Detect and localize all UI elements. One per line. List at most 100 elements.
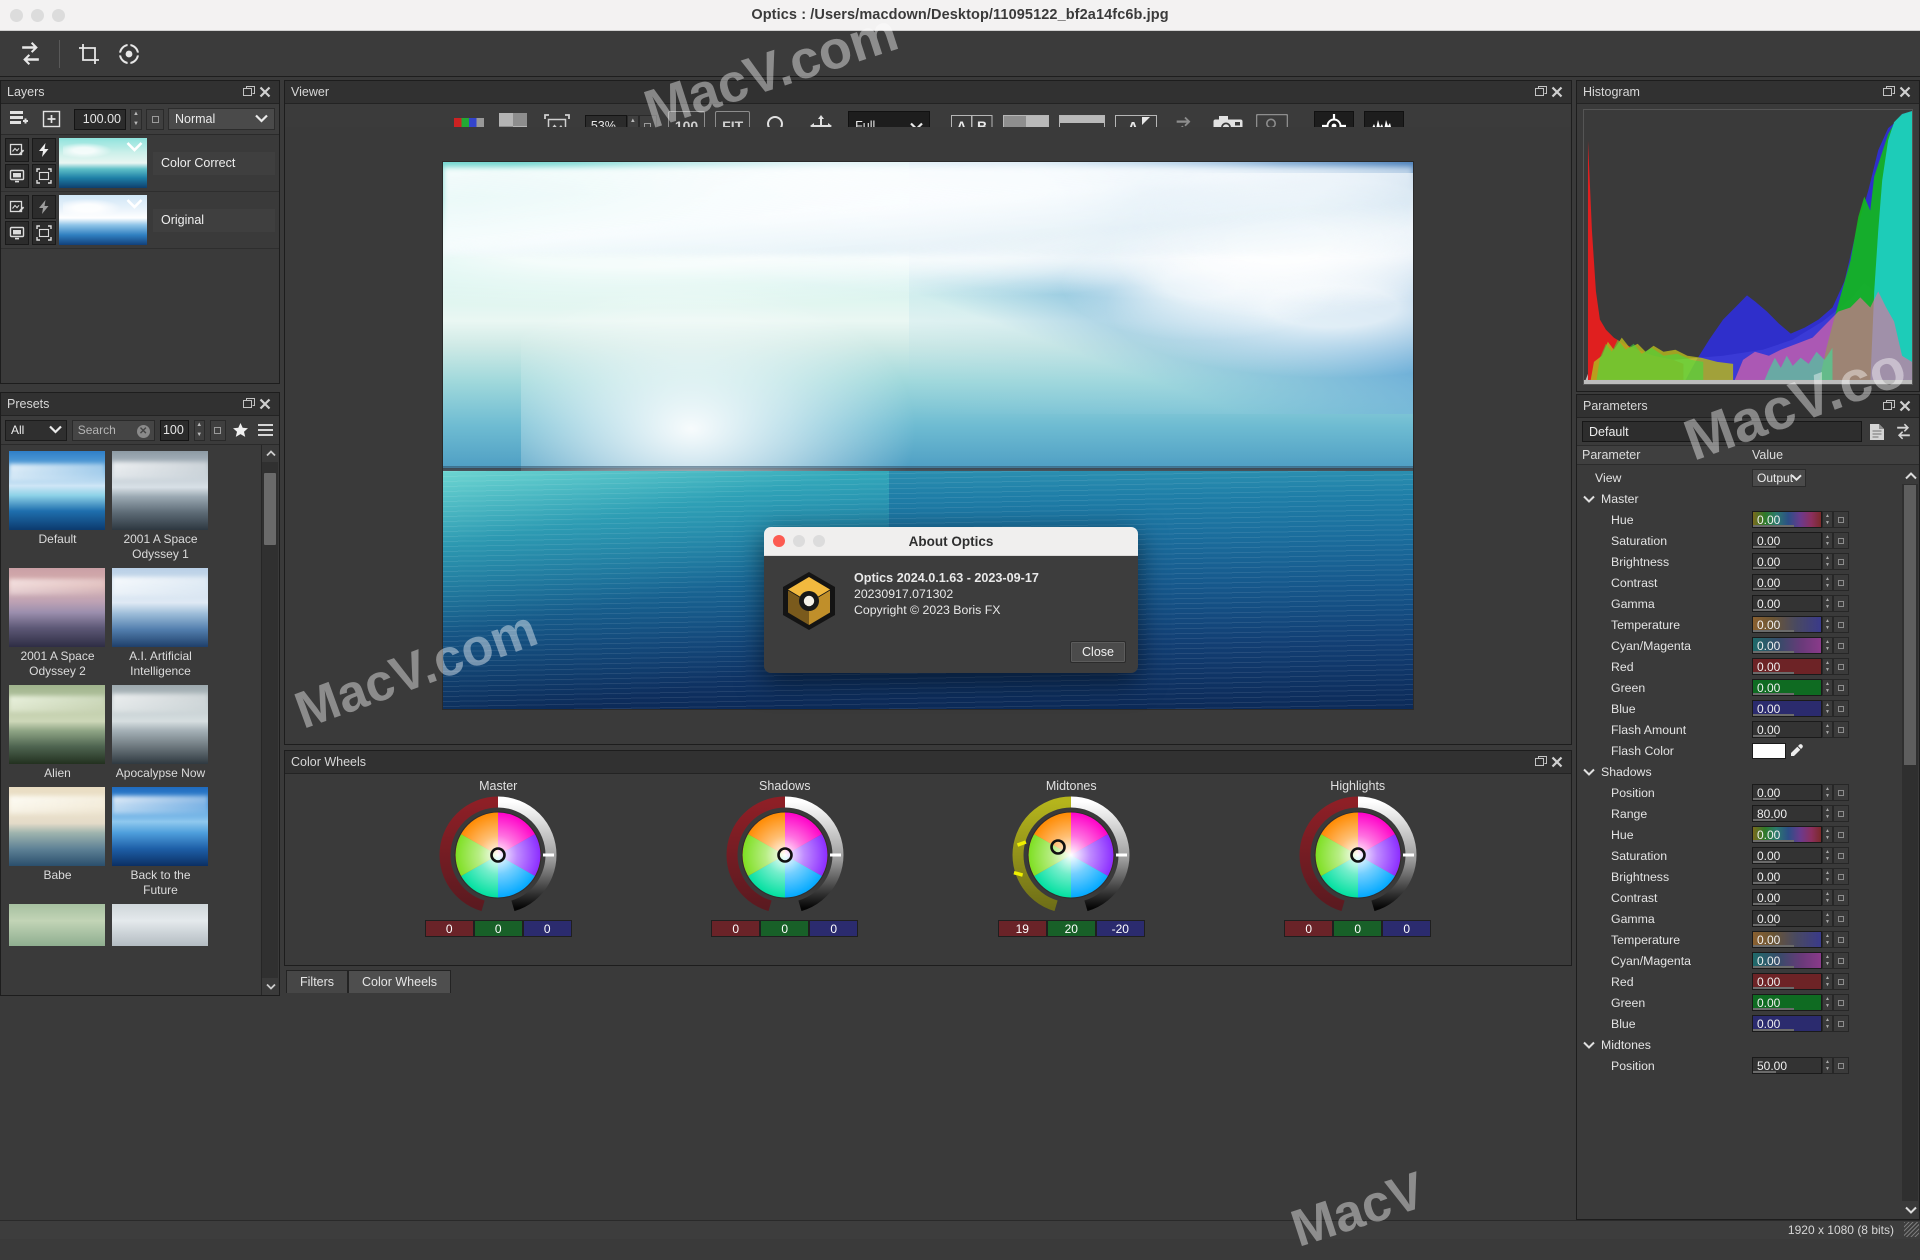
- preset-thumbnail[interactable]: [112, 904, 208, 946]
- parameters-scrollbar[interactable]: [1902, 467, 1919, 1218]
- parameter-stepper[interactable]: ▲ ▼: [1822, 532, 1833, 549]
- layer-bypass-icon[interactable]: [32, 138, 56, 162]
- parameter-keyframe-button[interactable]: [1833, 616, 1849, 633]
- preset-card[interactable]: [112, 904, 209, 946]
- parameter-row[interactable]: Saturation 0.00 ▲ ▼: [1577, 530, 1919, 551]
- parameter-keyframe-button[interactable]: [1833, 805, 1849, 822]
- parameter-value-control[interactable]: 0.00 ▲ ▼: [1752, 868, 1849, 885]
- parameter-value-control[interactable]: [1752, 742, 1804, 759]
- parameter-keyframe-button[interactable]: [1833, 700, 1849, 717]
- layer-expand-chevron-icon[interactable]: [126, 141, 143, 152]
- layer-expand-chevron-icon[interactable]: [126, 198, 143, 209]
- parameter-keyframe-button[interactable]: [1833, 658, 1849, 675]
- parameter-value-field[interactable]: 0.00: [1752, 910, 1822, 927]
- reset-parameters-icon[interactable]: [1892, 422, 1914, 442]
- parameter-row[interactable]: Shadows: [1577, 761, 1919, 782]
- parameter-stepper[interactable]: ▲ ▼: [1822, 847, 1833, 864]
- parameter-stepper[interactable]: ▲ ▼: [1822, 595, 1833, 612]
- minimize-button[interactable]: [31, 9, 44, 22]
- color-wheel-green-value[interactable]: 0: [760, 920, 810, 937]
- float-panel-icon[interactable]: [1533, 754, 1549, 770]
- parameter-value-control[interactable]: 0.00 ▲ ▼: [1752, 553, 1849, 570]
- scroll-up-icon[interactable]: [262, 445, 279, 462]
- float-panel-icon[interactable]: [241, 84, 257, 100]
- parameter-value-control[interactable]: 0.00 ▲ ▼: [1752, 931, 1849, 948]
- layer-name[interactable]: Original: [153, 208, 275, 232]
- parameter-value-field[interactable]: 0.00: [1752, 826, 1822, 843]
- preset-thumbnail[interactable]: [112, 685, 208, 764]
- parameter-keyframe-button[interactable]: [1833, 721, 1849, 738]
- color-wheel-green-value[interactable]: 20: [1046, 920, 1096, 937]
- float-panel-icon[interactable]: [1881, 398, 1897, 414]
- add-filter-icon[interactable]: [37, 107, 65, 131]
- window-resize-handle[interactable]: [1904, 1222, 1919, 1237]
- preset-card[interactable]: A.I. Artificial Intelligence: [112, 568, 209, 679]
- layer-edit-icon[interactable]: [5, 195, 29, 219]
- parameter-stepper[interactable]: ▲ ▼: [1822, 910, 1833, 927]
- parameter-keyframe-button[interactable]: [1833, 532, 1849, 549]
- refresh-icon[interactable]: [10, 37, 50, 71]
- parameter-row[interactable]: Flash Color: [1577, 740, 1919, 761]
- layer-row[interactable]: Original: [1, 192, 279, 249]
- about-dialog[interactable]: About Optics Optics 2024.0.1.63 - 2023-0…: [764, 527, 1138, 673]
- parameter-row[interactable]: Temperature 0.00 ▲ ▼: [1577, 929, 1919, 950]
- preset-size-stepper[interactable]: ▲ ▼: [193, 419, 205, 441]
- about-close-dialog-button[interactable]: Close: [1070, 641, 1126, 663]
- parameter-row[interactable]: Gamma 0.00 ▲ ▼: [1577, 908, 1919, 929]
- parameter-keyframe-button[interactable]: [1833, 1057, 1849, 1074]
- parameter-row[interactable]: Brightness 0.00 ▲ ▼: [1577, 866, 1919, 887]
- parameter-value-control[interactable]: 0.00 ▲ ▼: [1752, 784, 1849, 801]
- layer-display-icon[interactable]: [5, 164, 29, 188]
- about-close-button[interactable]: [773, 535, 785, 547]
- preset-card[interactable]: [9, 904, 106, 946]
- preset-thumbnail[interactable]: [9, 568, 105, 647]
- parameter-row[interactable]: Midtones: [1577, 1034, 1919, 1055]
- layer-row[interactable]: Color Correct: [1, 135, 279, 192]
- transform-icon[interactable]: [109, 37, 149, 71]
- parameter-row[interactable]: Cyan/Magenta 0.00 ▲ ▼: [1577, 950, 1919, 971]
- parameter-row[interactable]: Hue 0.00 ▲ ▼: [1577, 509, 1919, 530]
- close-panel-icon[interactable]: [257, 84, 273, 100]
- parameter-stepper[interactable]: ▲ ▼: [1822, 616, 1833, 633]
- window-traffic-lights[interactable]: [10, 9, 65, 22]
- parameter-stepper[interactable]: ▲ ▼: [1822, 511, 1833, 528]
- crop-icon[interactable]: [69, 37, 109, 71]
- parameter-row[interactable]: Gamma 0.00 ▲ ▼: [1577, 593, 1919, 614]
- close-panel-icon[interactable]: [1897, 84, 1913, 100]
- parameter-value-control[interactable]: 0.00 ▲ ▼: [1752, 994, 1849, 1011]
- layer-edit-icon[interactable]: [5, 138, 29, 162]
- float-panel-icon[interactable]: [241, 396, 257, 412]
- parameter-stepper[interactable]: ▲ ▼: [1822, 805, 1833, 822]
- preset-card[interactable]: Default: [9, 451, 106, 547]
- color-wheel[interactable]: Master 0 0 0: [413, 779, 583, 965]
- parameter-keyframe-button[interactable]: [1833, 553, 1849, 570]
- presets-menu-icon[interactable]: [255, 418, 275, 442]
- eyedropper-icon[interactable]: [1789, 743, 1804, 758]
- parameter-keyframe-button[interactable]: [1833, 973, 1849, 990]
- parameter-stepper[interactable]: ▲ ▼: [1822, 700, 1833, 717]
- about-traffic-lights[interactable]: [773, 535, 825, 547]
- preset-card[interactable]: 2001 A Space Odyssey 1: [112, 451, 209, 562]
- parameter-keyframe-button[interactable]: [1833, 868, 1849, 885]
- parameter-value-field[interactable]: 0.00: [1752, 700, 1822, 717]
- parameter-row[interactable]: View Output: [1577, 467, 1919, 488]
- parameter-row[interactable]: Flash Amount 0.00 ▲ ▼: [1577, 719, 1919, 740]
- preset-card[interactable]: Back to the Future: [112, 787, 209, 898]
- parameter-value-field[interactable]: 0.00: [1752, 931, 1822, 948]
- parameter-row[interactable]: Position 0.00 ▲ ▼: [1577, 782, 1919, 803]
- layer-opacity-keyframe-button[interactable]: [146, 108, 164, 130]
- parameter-row[interactable]: Brightness 0.00 ▲ ▼: [1577, 551, 1919, 572]
- parameter-value-field[interactable]: 0.00: [1752, 553, 1822, 570]
- parameter-value-field[interactable]: 0.00: [1752, 595, 1822, 612]
- parameter-value-field[interactable]: 0.00: [1752, 784, 1822, 801]
- parameter-value-control[interactable]: 0.00 ▲ ▼: [1752, 952, 1849, 969]
- parameter-stepper[interactable]: ▲ ▼: [1822, 721, 1833, 738]
- layer-fit-icon[interactable]: [32, 221, 56, 245]
- parameter-value-control[interactable]: 0.00 ▲ ▼: [1752, 721, 1849, 738]
- parameter-value-control[interactable]: 0.00 ▲ ▼: [1752, 700, 1849, 717]
- parameter-row[interactable]: Red 0.00 ▲ ▼: [1577, 656, 1919, 677]
- preset-card[interactable]: 2001 A Space Odyssey 2: [9, 568, 106, 679]
- color-wheel[interactable]: Highlights 0 0 0: [1273, 779, 1443, 965]
- parameter-keyframe-button[interactable]: [1833, 637, 1849, 654]
- parameter-value-field[interactable]: 0.00: [1752, 973, 1822, 990]
